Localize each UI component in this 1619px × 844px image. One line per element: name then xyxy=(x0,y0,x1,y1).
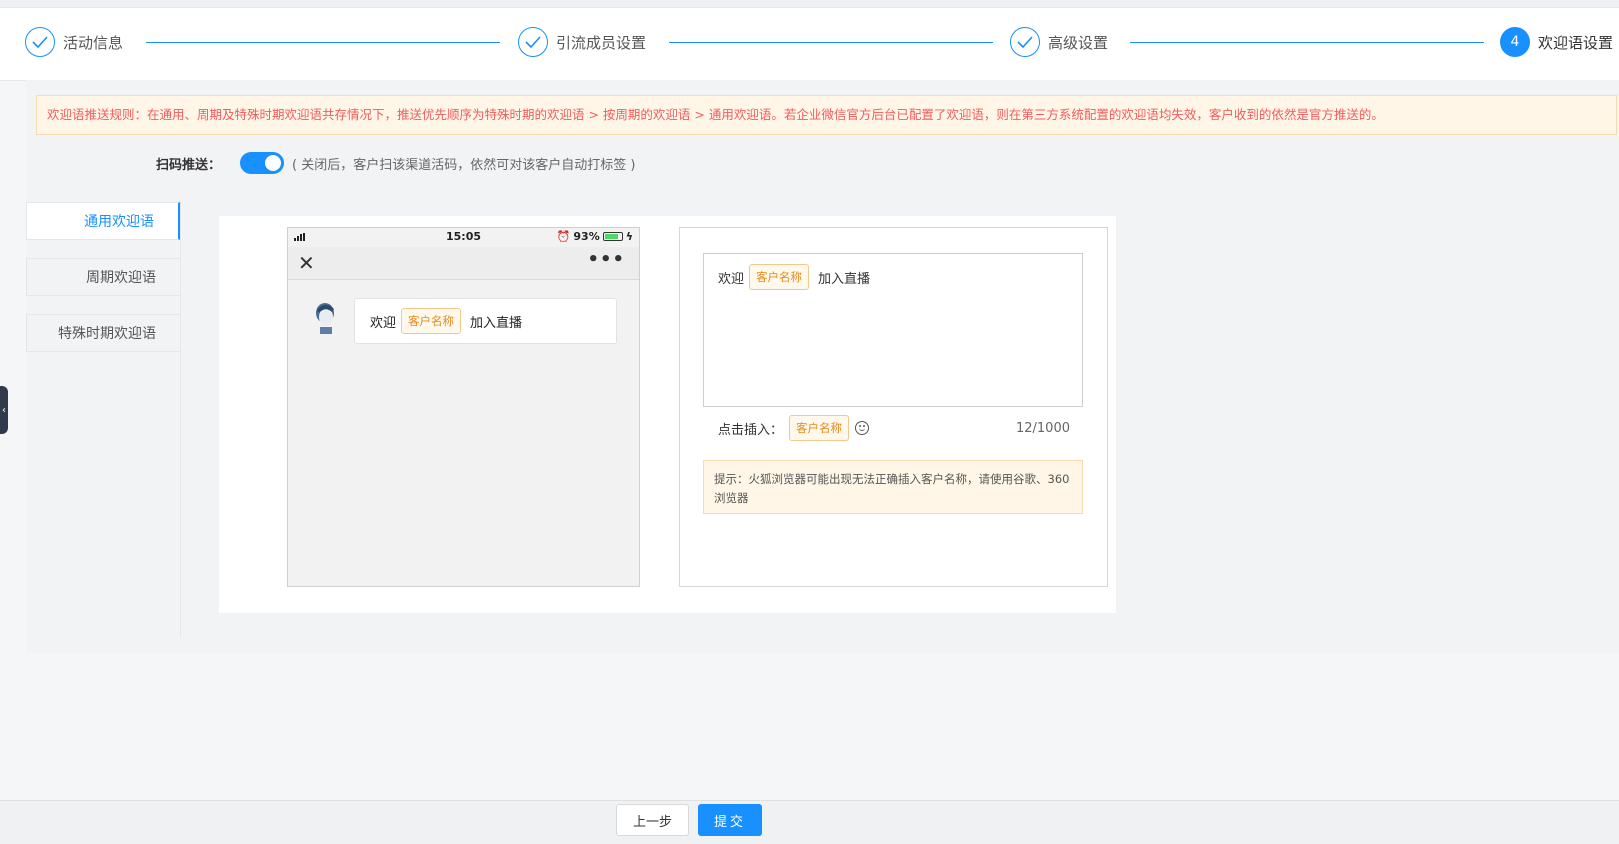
check-icon xyxy=(518,27,548,57)
push-rule-notice: 欢迎语推送规则：在通用、周期及特殊时期欢迎语共存情况下，推送优先顺序为特殊时期的… xyxy=(36,95,1617,135)
insert-label: 点击插入： xyxy=(718,422,784,438)
welcome-tabs: 通用欢迎语 周期欢迎语 特殊时期欢迎语 xyxy=(26,200,181,638)
message-text: 加入直播 xyxy=(470,315,523,331)
top-bar xyxy=(0,0,1619,8)
phone-nav-bar: ✕ ••• xyxy=(288,247,639,280)
customer-name-chip: 客户名称 xyxy=(749,264,810,290)
charging-icon: ϟ xyxy=(625,230,633,243)
welcome-message-bubble: 欢迎 客户名称 加入直播 xyxy=(354,298,617,344)
step-label: 欢迎语设置 xyxy=(1538,33,1614,52)
steps-header: 活动信息 引流成员设置 高级设置 4 欢迎语设置 xyxy=(0,8,1619,81)
step-number: 4 xyxy=(1500,27,1530,57)
prev-step-button[interactable]: 上一步 xyxy=(616,804,689,836)
battery-icon xyxy=(602,232,623,241)
submit-button[interactable]: 提交 xyxy=(698,804,762,836)
editor-text: 欢迎 xyxy=(718,272,745,287)
emoji-icon[interactable] xyxy=(855,421,870,435)
collapse-handle[interactable]: ‹ xyxy=(0,386,8,434)
check-icon xyxy=(1010,27,1040,57)
footer-bar xyxy=(0,800,1619,844)
step-member-settings[interactable]: 引流成员设置 xyxy=(518,26,646,58)
battery-percent: 93% xyxy=(573,230,600,243)
alarm-icon: ⏰ xyxy=(556,230,571,243)
tab-special-period-welcome[interactable]: 特殊时期欢迎语 xyxy=(26,314,180,352)
step-connector xyxy=(1130,42,1484,43)
tab-periodic-welcome[interactable]: 周期欢迎语 xyxy=(26,258,180,296)
scan-push-row: 扫码推送： ( 关闭后，客户扫该渠道活码，依然可对该客户自动打标签 ) xyxy=(156,150,635,176)
step-connector xyxy=(146,42,500,43)
char-counter: 12/1000 xyxy=(1015,420,1070,436)
scan-push-hint: ( 关闭后，客户扫该渠道活码，依然可对该客户自动打标签 ) xyxy=(292,157,636,173)
check-icon xyxy=(25,27,55,57)
scan-push-label: 扫码推送： xyxy=(156,157,222,173)
close-icon: ✕ xyxy=(298,251,315,275)
scan-push-toggle[interactable] xyxy=(240,152,284,174)
customer-name-chip: 客户名称 xyxy=(401,308,462,334)
more-icon: ••• xyxy=(587,249,625,270)
phone-preview: 15:05 ⏰ 93% ϟ ✕ ••• 欢迎 客户名称 加入直播 xyxy=(287,227,640,587)
step-label: 引流成员设置 xyxy=(556,33,647,52)
step-activity-info[interactable]: 活动信息 xyxy=(25,26,123,58)
step-welcome-settings[interactable]: 4 欢迎语设置 xyxy=(1500,26,1613,58)
welcome-text-editor[interactable]: 欢迎 客户名称 加入直播 xyxy=(703,253,1083,407)
tab-general-welcome[interactable]: 通用欢迎语 xyxy=(26,202,180,240)
message-text: 欢迎 xyxy=(370,315,397,331)
step-label: 活动信息 xyxy=(63,33,124,52)
editor-text: 加入直播 xyxy=(818,272,871,287)
step-label: 高级设置 xyxy=(1048,33,1109,52)
insert-customer-name-button[interactable]: 客户名称 xyxy=(789,415,850,441)
phone-status-bar: 15:05 ⏰ 93% ϟ xyxy=(288,228,639,246)
step-connector xyxy=(669,42,993,43)
avatar xyxy=(310,300,340,334)
step-advanced-settings[interactable]: 高级设置 xyxy=(1010,26,1108,58)
insert-row: 点击插入： 客户名称 12/1000 xyxy=(718,415,1070,441)
browser-tip: 提示：火狐浏览器可能出现无法正确插入客户名称，请使用谷歌、360浏览器 xyxy=(703,460,1083,514)
